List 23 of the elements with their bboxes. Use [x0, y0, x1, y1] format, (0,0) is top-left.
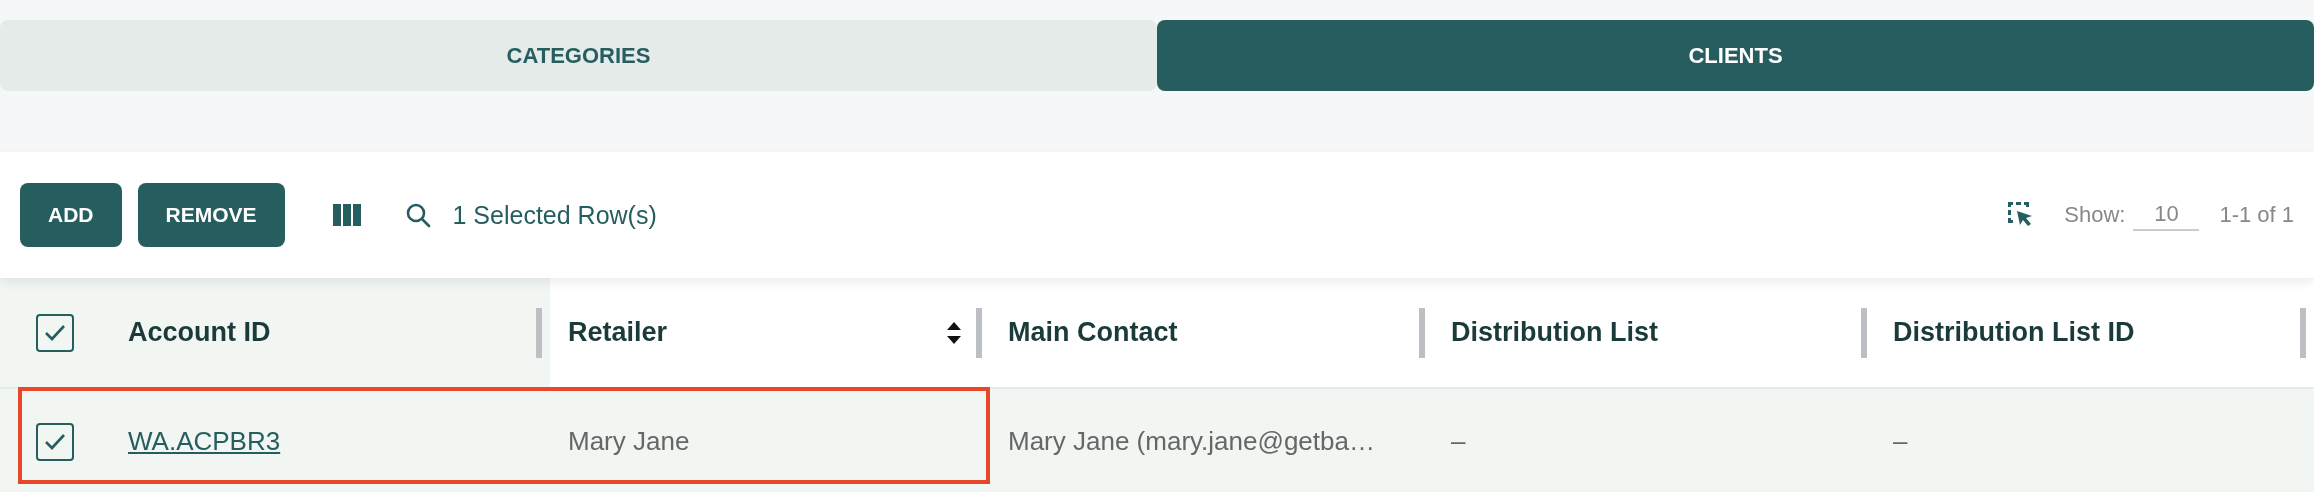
table-cell: Mary Jane (mary.jane@getba… — [1008, 426, 1375, 457]
column-header[interactable]: Distribution List — [1451, 317, 1861, 348]
column-header[interactable]: Retailer — [568, 317, 976, 348]
show-label: Show: — [2064, 202, 2126, 228]
page-range: 1-1 of 1 — [2219, 202, 2294, 228]
toolbar-button[interactable]: REMOVE — [137, 183, 285, 247]
table-cell: Mary Jane — [568, 426, 690, 457]
check-icon — [44, 323, 66, 342]
columns-icon[interactable] — [332, 204, 361, 226]
account-link[interactable]: WA.ACPBR3 — [128, 426, 281, 457]
toolbar-button[interactable]: ADD — [20, 183, 122, 247]
tab[interactable]: CATEGORIES — [0, 20, 1157, 91]
search-icon[interactable] — [404, 202, 431, 228]
selection-count: 1 Selected Row(s) — [452, 200, 657, 230]
column-header[interactable]: Distribution List ID — [1893, 317, 2300, 348]
table-cell: – — [1451, 426, 1466, 457]
check-icon — [44, 432, 66, 451]
sort-icon[interactable] — [946, 320, 962, 345]
select-all-checkbox[interactable] — [36, 313, 74, 352]
tab[interactable]: CLIENTS — [1157, 20, 2314, 91]
table-cell: – — [1893, 426, 1908, 457]
row-checkbox[interactable] — [36, 422, 74, 461]
column-header[interactable]: Main Contact — [1008, 317, 1419, 348]
